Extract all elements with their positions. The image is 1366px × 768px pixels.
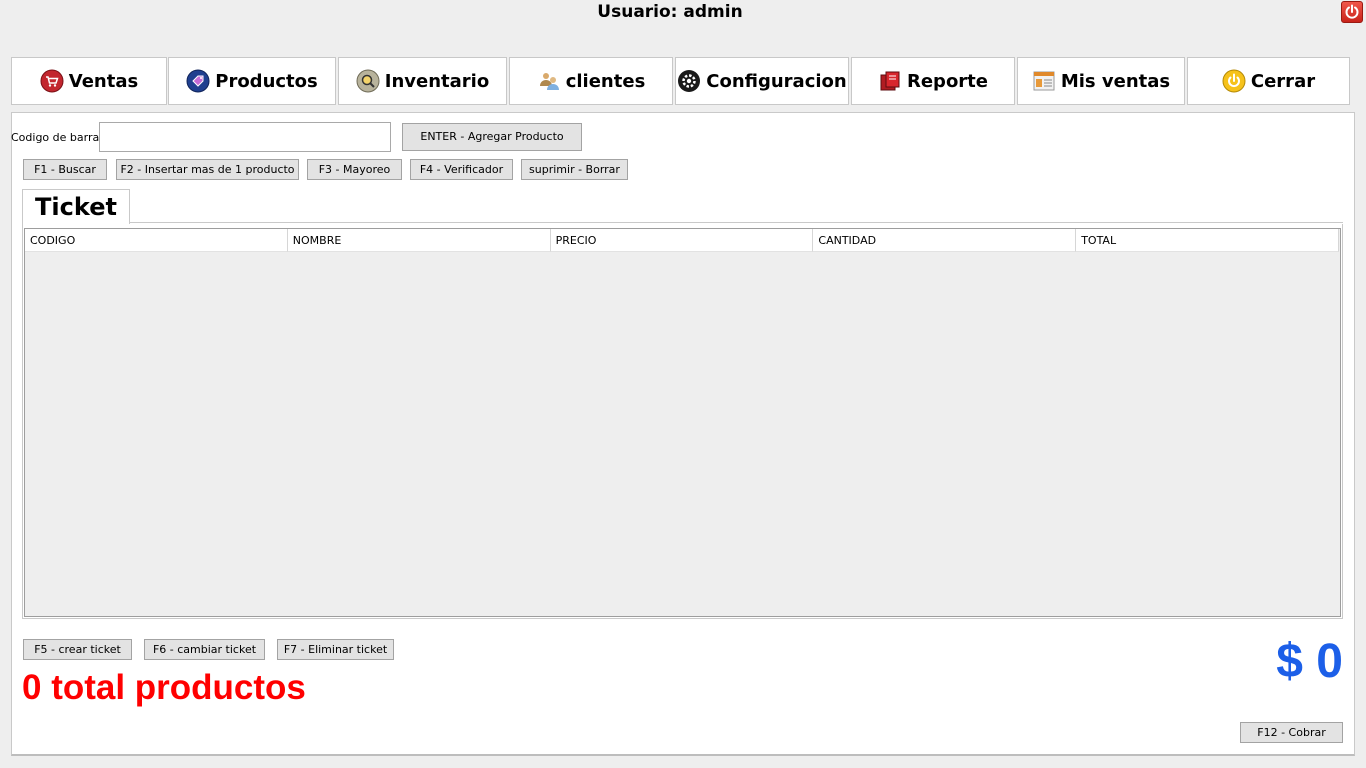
column-header-precio[interactable]: PRECIO bbox=[550, 229, 814, 252]
column-header-nombre[interactable]: NOMBRE bbox=[287, 229, 551, 252]
create-ticket-button[interactable]: F5 - crear ticket bbox=[23, 639, 132, 660]
nav-cerrar-button[interactable]: Cerrar bbox=[1187, 57, 1350, 105]
barcode-input[interactable] bbox=[99, 122, 391, 152]
barcode-label: Codigo de barras bbox=[11, 131, 105, 144]
inventory-icon bbox=[356, 69, 380, 93]
column-header-codigo[interactable]: CODIGO bbox=[25, 229, 288, 252]
nav-configuracion-label: Configuracion bbox=[706, 70, 847, 92]
report-icon bbox=[878, 69, 902, 93]
nav-mis-ventas-label: Mis ventas bbox=[1060, 70, 1171, 92]
nav-reporte-label: Reporte bbox=[906, 70, 988, 92]
column-header-cantidad[interactable]: CANTIDAD bbox=[813, 229, 1077, 252]
users-icon bbox=[537, 69, 561, 93]
nav-reporte-button[interactable]: Reporte bbox=[851, 57, 1015, 105]
add-product-button[interactable]: ENTER - Agregar Producto bbox=[402, 123, 582, 151]
nav-ventas-button[interactable]: Ventas bbox=[11, 57, 167, 105]
tag-icon bbox=[186, 69, 210, 93]
nav-clientes-button[interactable]: clientes bbox=[509, 57, 673, 105]
nav-configuracion-button[interactable]: Configuracion bbox=[675, 57, 849, 105]
nav-ventas-label: Ventas bbox=[68, 70, 139, 92]
verificador-button[interactable]: F4 - Verificador bbox=[410, 159, 513, 180]
logout-power-button[interactable] bbox=[1341, 1, 1363, 23]
mayoreo-button[interactable]: F3 - Mayoreo bbox=[307, 159, 402, 180]
delete-ticket-button[interactable]: F7 - Eliminar ticket bbox=[277, 639, 394, 660]
cart-icon bbox=[40, 69, 64, 93]
column-header-total[interactable]: TOTAL bbox=[1076, 229, 1339, 252]
tab-ticket-1[interactable]: Ticket 1 bbox=[22, 189, 130, 255]
charge-button[interactable]: F12 - Cobrar bbox=[1240, 722, 1343, 743]
delete-button[interactable]: suprimir - Borrar bbox=[521, 159, 628, 180]
total-amount: $ 0 bbox=[1276, 635, 1343, 688]
gear-icon bbox=[677, 69, 701, 93]
nav-clientes-label: clientes bbox=[565, 70, 646, 92]
nav-productos-label: Productos bbox=[215, 70, 318, 92]
power-icon bbox=[1345, 4, 1359, 19]
sales-list-icon bbox=[1032, 69, 1056, 93]
nav-inventario-button[interactable]: Inventario bbox=[338, 57, 507, 105]
nav-cerrar-label: Cerrar bbox=[1250, 70, 1316, 92]
change-ticket-button[interactable]: F6 - cambiar ticket bbox=[144, 639, 265, 660]
table-header: CODIGO NOMBRE PRECIO CANTIDAD TOTAL bbox=[25, 229, 1339, 252]
power-icon bbox=[1222, 69, 1246, 93]
ticket-table[interactable] bbox=[24, 228, 1341, 617]
user-label: Usuario: admin bbox=[597, 2, 743, 22]
nav-mis-ventas-button[interactable]: Mis ventas bbox=[1017, 57, 1185, 105]
tab-divider bbox=[130, 222, 1343, 223]
nav-productos-button[interactable]: Productos bbox=[168, 57, 336, 105]
total-products-count: 0 total productos bbox=[22, 668, 306, 707]
insert-multiple-button[interactable]: F2 - Insertar mas de 1 producto bbox=[116, 159, 299, 180]
nav-inventario-label: Inventario bbox=[384, 70, 490, 92]
search-button[interactable]: F1 - Buscar bbox=[23, 159, 107, 180]
